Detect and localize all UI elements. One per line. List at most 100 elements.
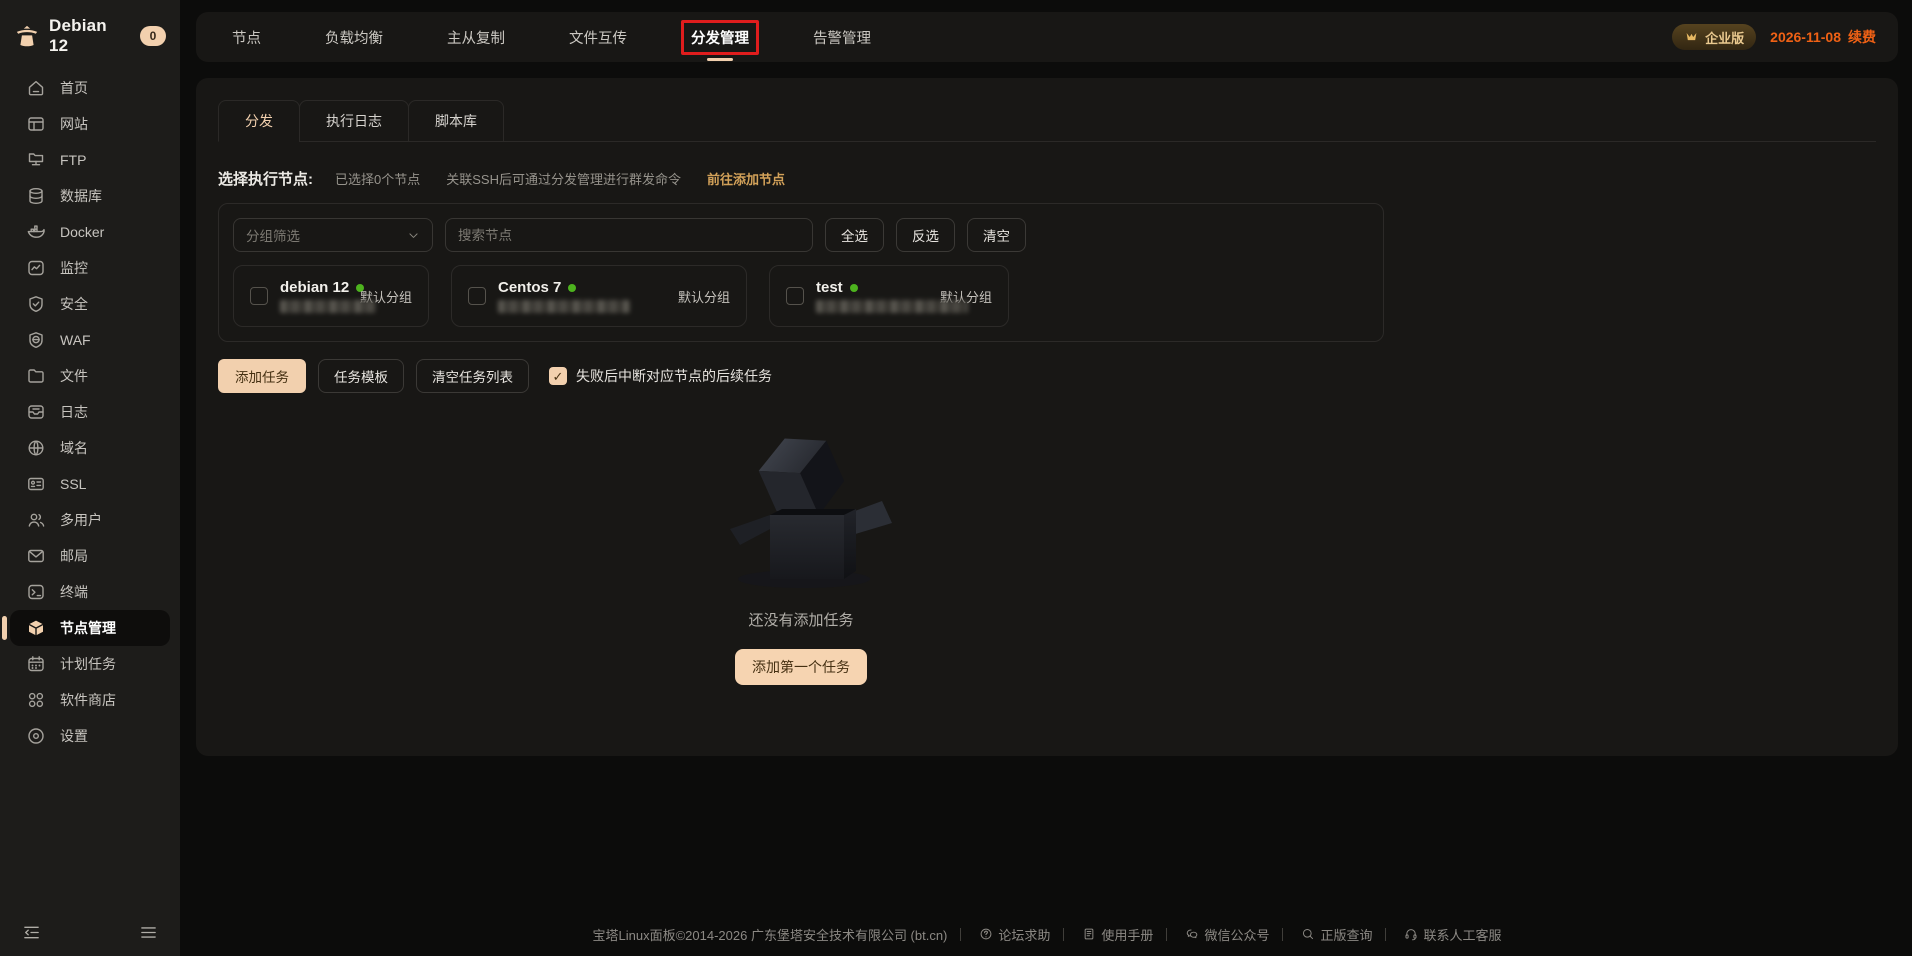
sidebar-menu-item[interactable]: 数据库: [10, 178, 170, 214]
sidebar-item-label: SSL: [60, 476, 86, 492]
task-template-button[interactable]: 任务模板: [318, 359, 404, 393]
sidebar-menu-item[interactable]: 计划任务: [10, 646, 170, 682]
footer-separator: [960, 928, 961, 941]
sidebar-menu-item[interactable]: Docker: [10, 214, 170, 250]
sidebar-item-label: 监控: [60, 258, 88, 278]
logs-icon: [26, 402, 46, 422]
sidebar-footer: [0, 913, 180, 942]
sidebar-item-label: 网站: [60, 114, 88, 134]
group-filter-select[interactable]: 分组筛选: [233, 218, 433, 252]
invert-selection-button[interactable]: 反选: [896, 218, 955, 252]
top-nav-tab[interactable]: 分发管理: [681, 20, 759, 55]
sidebar-menu-item[interactable]: 安全: [10, 286, 170, 322]
node-select-header: 选择执行节点: 已选择0个节点 关联SSH后可通过分发管理进行群发命令 前往添加…: [218, 168, 1876, 189]
node-card[interactable]: test 默认分组: [769, 265, 1009, 327]
renew-link: 续费: [1848, 27, 1876, 47]
sidebar-menu-item[interactable]: 首页: [10, 70, 170, 106]
users-icon: [26, 510, 46, 530]
empty-task-state: 还没有添加任务 添加第一个任务: [218, 423, 1384, 685]
node-card[interactable]: debian 12 默认分组: [233, 265, 429, 327]
clear-task-list-button[interactable]: 清空任务列表: [416, 359, 529, 393]
sidebar-menu-item[interactable]: 文件: [10, 358, 170, 394]
abort-on-fail-option[interactable]: 失败后中断对应节点的后续任务: [549, 366, 772, 386]
content-tab-label: 执行日志: [326, 113, 382, 129]
node-selection-panel: 分组筛选 全选 反选 清空 debian 12: [218, 203, 1384, 342]
top-nav-tab-label: 告警管理: [813, 31, 871, 47]
add-task-button[interactable]: 添加任务: [218, 359, 306, 393]
go-add-node-link[interactable]: 前往添加节点: [707, 169, 785, 188]
notification-count-badge[interactable]: 0: [140, 26, 166, 46]
sidebar-menu-item[interactable]: FTP: [10, 142, 170, 178]
monitor-icon: [26, 258, 46, 278]
security-icon: [26, 294, 46, 314]
files-icon: [26, 366, 46, 386]
database-icon: [26, 186, 46, 206]
top-nav-tab[interactable]: 文件互传: [559, 20, 637, 55]
chevron-down-icon: [407, 229, 420, 242]
search-node-input[interactable]: [445, 218, 813, 252]
sidebar-menu-item[interactable]: 网站: [10, 106, 170, 142]
sidebar-menu-item[interactable]: 设置: [10, 718, 170, 754]
select-all-button[interactable]: 全选: [825, 218, 884, 252]
collapse-sidebar-icon[interactable]: [22, 923, 41, 942]
sidebar-menu-item[interactable]: 监控: [10, 250, 170, 286]
node-card[interactable]: Centos 7 默认分组: [451, 265, 747, 327]
sidebar-menu-item[interactable]: 多用户: [10, 502, 170, 538]
node-select-title: 选择执行节点:: [218, 168, 313, 189]
content-tab-label: 脚本库: [435, 113, 477, 129]
server-title: Debian 12: [49, 16, 131, 56]
terminal-icon: [26, 582, 46, 602]
sidebar-menu-item[interactable]: 软件商店: [10, 682, 170, 718]
top-navigation-bar: 节点 负载均衡 主从复制 文件互传 分发管理 告警管理 企业版: [196, 12, 1898, 62]
footer-link-label: 论坛求助: [998, 925, 1050, 944]
sidebar-item-label: FTP: [60, 152, 86, 168]
top-nav-tab[interactable]: 告警管理: [803, 20, 881, 55]
sidebar-menu-item[interactable]: 节点管理: [10, 610, 170, 646]
top-nav-tab-label: 负载均衡: [325, 31, 383, 47]
node-checkbox[interactable]: [250, 287, 268, 305]
page-footer: 宝塔Linux面板©2014-2026 广东堡塔安全技术有限公司 (bt.cn)…: [196, 912, 1898, 956]
content-tab[interactable]: 脚本库: [408, 100, 504, 142]
sidebar-menu-item[interactable]: 域名: [10, 430, 170, 466]
empty-box-illustration: [706, 423, 896, 595]
node-checkbox[interactable]: [786, 287, 804, 305]
top-nav-tab[interactable]: 负载均衡: [315, 20, 393, 55]
mail-icon: [26, 546, 46, 566]
ssh-hint-text: 关联SSH后可通过分发管理进行群发命令: [446, 169, 681, 188]
sidebar-item-label: 计划任务: [60, 654, 116, 674]
task-action-bar: 添加任务 任务模板 清空任务列表 失败后中断对应节点的后续任务: [218, 359, 1876, 393]
sidebar-item-label: 域名: [60, 438, 88, 458]
clear-selection-button[interactable]: 清空: [967, 218, 1026, 252]
footer-link[interactable]: 微信公众号: [1153, 925, 1269, 944]
sidebar-item-label: 邮局: [60, 546, 88, 566]
online-status-dot: [850, 284, 858, 292]
footer-link-label: 使用手册: [1101, 925, 1153, 944]
main-area: 节点 负载均衡 主从复制 文件互传 分发管理 告警管理 企业版: [180, 0, 1912, 956]
ftp-icon: [26, 150, 46, 170]
menu-list-icon[interactable]: [139, 923, 158, 942]
abort-on-fail-checkbox[interactable]: [549, 367, 567, 385]
sidebar-menu-item[interactable]: 终端: [10, 574, 170, 610]
sidebar-menu-item[interactable]: SSL: [10, 466, 170, 502]
sidebar-menu-item[interactable]: WAF: [10, 322, 170, 358]
node-checkbox[interactable]: [468, 287, 486, 305]
footer-link[interactable]: 正版查询: [1269, 925, 1372, 944]
footer-link[interactable]: 使用手册: [1050, 925, 1153, 944]
top-nav-tab-label: 主从复制: [447, 31, 505, 47]
footer-link[interactable]: 论坛求助: [947, 925, 1050, 944]
footer-separator: [1385, 928, 1386, 941]
license-badge-label: 企业版: [1705, 28, 1744, 47]
sidebar-item-label: 多用户: [60, 510, 102, 530]
content-tab[interactable]: 分发: [218, 100, 300, 142]
wechat-icon: [1185, 927, 1199, 941]
footer-link[interactable]: 联系人工客服: [1372, 925, 1501, 944]
sidebar-menu-item[interactable]: 邮局: [10, 538, 170, 574]
content-tab[interactable]: 执行日志: [299, 100, 409, 142]
top-nav-tabs: 节点 负载均衡 主从复制 文件互传 分发管理 告警管理: [222, 20, 881, 55]
top-nav-tab[interactable]: 主从复制: [437, 20, 515, 55]
sidebar-menu-item[interactable]: 日志: [10, 394, 170, 430]
add-first-task-button[interactable]: 添加第一个任务: [735, 649, 867, 685]
license-renew[interactable]: 2026-11-08 续费: [1770, 27, 1876, 47]
license-badge[interactable]: 企业版: [1672, 24, 1756, 50]
top-nav-tab[interactable]: 节点: [222, 20, 271, 55]
